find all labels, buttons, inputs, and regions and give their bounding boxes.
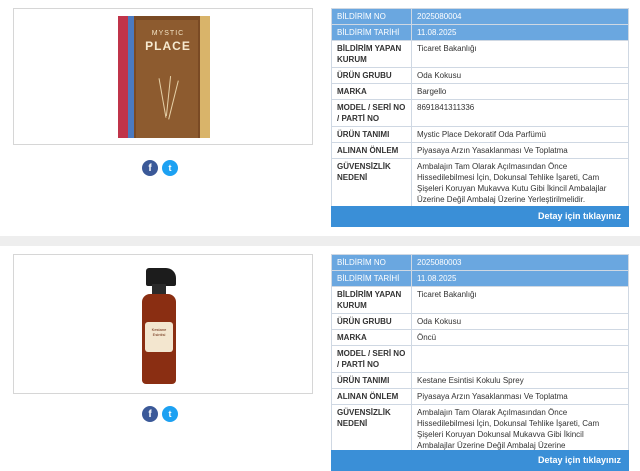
product-label: Kestane Esintisi <box>145 322 173 352</box>
detail-row: BİLDİRİM NO 2025080003 <box>331 254 629 271</box>
detail-row: BİLDİRİM YAPAN KURUM Ticaret Bakanlığı <box>331 286 629 314</box>
notification-details-table: BİLDİRİM NO 2025080003 BİLDİRİM TARİHİ 11.… <box>331 254 629 465</box>
detail-row: MODEL / SERİ NO / PARTİ NO <box>331 345 629 373</box>
share-buttons: f t <box>142 406 178 422</box>
notification-details-table: BİLDİRİM NO 2025080004 BİLDİRİM TARİHİ 11.… <box>331 8 629 208</box>
detail-row: BİLDİRİM NO 2025080004 <box>331 8 629 25</box>
product-image-text: PLACE <box>145 39 191 53</box>
product-image-frame: Kestane Esintisi <box>13 254 313 394</box>
detail-button[interactable]: Detay için tıklayınız <box>331 450 629 471</box>
notification-card-2: Kestane Esintisi f t BİLDİRİM NO 20250800… <box>0 246 640 471</box>
detail-row: ALINAN ÖNLEM Piyasaya Arzın Yasaklanması … <box>331 142 629 159</box>
card-divider <box>0 236 640 246</box>
detail-row: ÜRÜN GRUBU Oda Kokusu <box>331 67 629 84</box>
detail-row: ALINAN ÖNLEM Piyasaya Arzın Yasaklanması … <box>331 388 629 405</box>
product-image[interactable]: Kestane Esintisi <box>140 268 188 386</box>
detail-row: MODEL / SERİ NO / PARTİ NO 8691841311336 <box>331 99 629 127</box>
detail-row: BİLDİRİM TARİHİ 11.08.2025 <box>331 270 629 287</box>
detail-row: GÜVENSİZLİK NEDENİ Ambalajın Tam Olarak A… <box>331 158 629 208</box>
notification-card-1: MYSTIC PLACE f t BİLDİRİM NO 2025080004 B… <box>0 0 640 236</box>
share-buttons: f t <box>142 160 178 176</box>
detail-row: BİLDİRİM TARİHİ 11.08.2025 <box>331 24 629 41</box>
facebook-icon[interactable]: f <box>142 160 158 176</box>
detail-row: ÜRÜN TANIMI Kestane Esintisi Kokulu Sprey <box>331 372 629 389</box>
product-image-text: MYSTIC <box>151 30 185 37</box>
facebook-icon[interactable]: f <box>142 406 158 422</box>
product-image-frame: MYSTIC PLACE <box>13 8 313 145</box>
detail-row: BİLDİRİM YAPAN KURUM Ticaret Bakanlığı <box>331 40 629 68</box>
twitter-icon[interactable]: t <box>162 160 178 176</box>
product-image[interactable]: MYSTIC PLACE <box>118 16 210 138</box>
detail-button[interactable]: Detay için tıklayınız <box>331 206 629 227</box>
detail-row: ÜRÜN TANIMI Mystic Place Dekoratif Oda Pa… <box>331 126 629 143</box>
detail-row: MARKA Bargello <box>331 83 629 100</box>
detail-row: MARKA Öncü <box>331 329 629 346</box>
twitter-icon[interactable]: t <box>162 406 178 422</box>
detail-row: ÜRÜN GRUBU Oda Kokusu <box>331 313 629 330</box>
